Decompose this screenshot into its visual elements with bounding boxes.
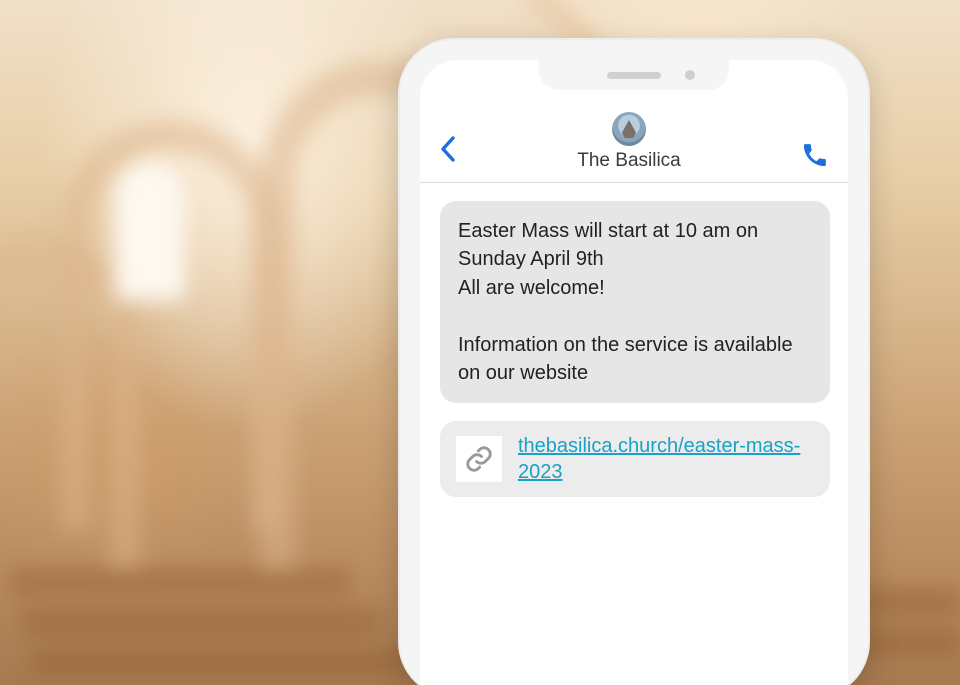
phone-notch bbox=[539, 60, 729, 90]
phone-screen: The Basilica Easter Mass will start at 1… bbox=[420, 60, 848, 685]
phone-frame: The Basilica Easter Mass will start at 1… bbox=[398, 38, 870, 685]
chat-header: The Basilica bbox=[420, 106, 848, 183]
phone-speaker bbox=[607, 72, 661, 79]
message-list[interactable]: Easter Mass will start at 10 am on Sunda… bbox=[420, 183, 848, 497]
back-button[interactable] bbox=[434, 132, 462, 172]
message-text: Easter Mass will start at 10 am on Sunda… bbox=[458, 220, 793, 384]
link-thumbnail bbox=[456, 436, 502, 482]
scene: The Basilica Easter Mass will start at 1… bbox=[0, 0, 960, 685]
call-button[interactable] bbox=[796, 138, 834, 172]
phone-camera bbox=[685, 70, 695, 80]
message-bubble[interactable]: Easter Mass will start at 10 am on Sunda… bbox=[440, 201, 830, 403]
bg-window bbox=[115, 160, 185, 300]
contact-name: The Basilica bbox=[577, 150, 681, 172]
bg-pew bbox=[10, 569, 350, 595]
link-url[interactable]: thebasilica.church/​easter-mass-2023 bbox=[518, 433, 814, 485]
bg-pew bbox=[20, 609, 380, 635]
contact-avatar bbox=[612, 112, 646, 146]
link-preview-bubble[interactable]: thebasilica.church/​easter-mass-2023 bbox=[440, 421, 830, 497]
link-icon bbox=[464, 444, 494, 474]
chevron-left-icon bbox=[440, 136, 456, 162]
contact-title-wrap[interactable]: The Basilica bbox=[462, 112, 796, 172]
bg-pew bbox=[30, 649, 410, 675]
phone-icon bbox=[802, 142, 828, 168]
